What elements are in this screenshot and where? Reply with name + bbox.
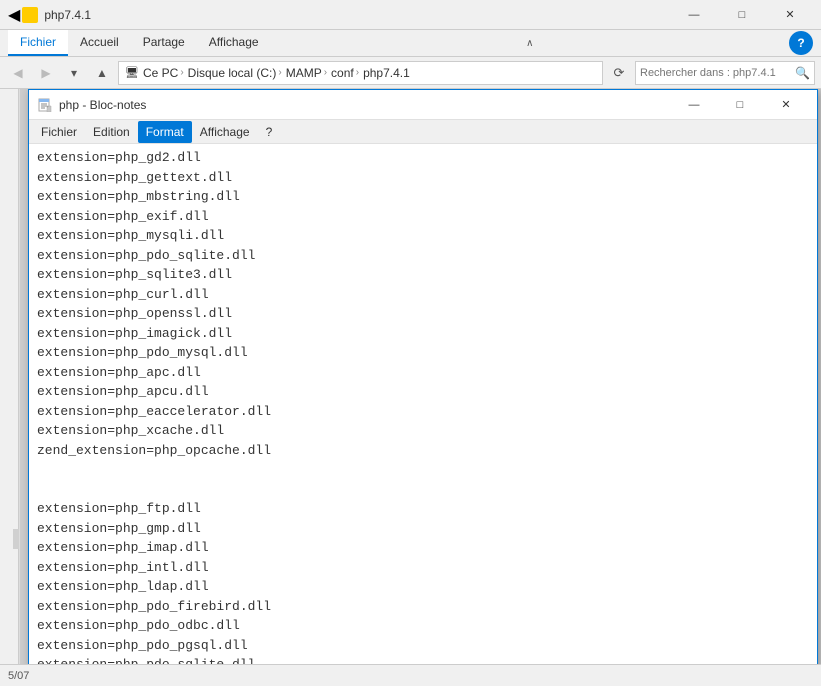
status-text: 5/07 bbox=[8, 670, 29, 682]
up-btn[interactable]: ▲ bbox=[90, 61, 114, 85]
explorer-main: php - Bloc-notes — □ ✕ Fichier Edition F… bbox=[0, 89, 821, 664]
sidebar-line bbox=[18, 89, 19, 664]
search-box[interactable]: 🔍 bbox=[635, 61, 815, 85]
menu-fichier[interactable]: Fichier bbox=[33, 121, 85, 143]
notepad-content: extension=php_gd2.dll extension=php_gett… bbox=[29, 144, 817, 664]
explorer-window-controls: — □ ✕ bbox=[671, 0, 813, 30]
back-btn[interactable]: ◀ bbox=[6, 61, 30, 85]
notepad-win-controls: — □ ✕ bbox=[671, 90, 809, 120]
ribbon-tabs: Fichier Accueil Partage Affichage ∧ ? bbox=[0, 30, 821, 56]
path-segment-cepc: Ce PC › bbox=[143, 66, 184, 80]
menu-edition[interactable]: Edition bbox=[85, 121, 138, 143]
explorer-title-icons: ◀ php7.4.1 bbox=[8, 5, 91, 25]
explorer-title-text: php7.4.1 bbox=[44, 8, 91, 22]
path-segment-conf: conf › bbox=[331, 66, 359, 80]
path-segment-disque: Disque local (C:) › bbox=[188, 66, 282, 80]
sidebar bbox=[0, 89, 20, 664]
explorer-window: ◀ php7.4.1 — □ ✕ Fichier Accueil Partage… bbox=[0, 0, 821, 686]
path-segment-mamp: MAMP › bbox=[286, 66, 327, 80]
folder-icon bbox=[22, 7, 38, 23]
sidebar-indicator bbox=[13, 529, 19, 549]
ribbon-tab-partage[interactable]: Partage bbox=[131, 30, 197, 56]
notepad-icon bbox=[37, 97, 53, 113]
explorer-titlebar: ◀ php7.4.1 — □ ✕ bbox=[0, 0, 821, 30]
notepad-minimize-btn[interactable]: — bbox=[671, 90, 717, 120]
menu-affichage[interactable]: Affichage bbox=[192, 121, 258, 143]
path-folder-icon: 🖥 bbox=[125, 66, 139, 79]
explorer-close-btn[interactable]: ✕ bbox=[767, 0, 813, 30]
explorer-maximize-btn[interactable]: □ bbox=[719, 0, 765, 30]
search-icon: 🔍 bbox=[795, 66, 810, 80]
notepad-text-area[interactable]: extension=php_gd2.dll extension=php_gett… bbox=[29, 144, 817, 664]
notepad-close-btn[interactable]: ✕ bbox=[763, 90, 809, 120]
down-btn[interactable]: ▾ bbox=[62, 61, 86, 85]
ribbon-tab-fichier[interactable]: Fichier bbox=[8, 30, 68, 56]
refresh-btn[interactable]: ⟳ bbox=[607, 61, 631, 85]
address-bar: ◀ ▶ ▾ ▲ 🖥 Ce PC › Disque local (C:) › MA… bbox=[0, 57, 821, 89]
search-input[interactable] bbox=[640, 67, 791, 79]
content-area: php - Bloc-notes — □ ✕ Fichier Edition F… bbox=[20, 89, 821, 664]
menu-format[interactable]: Format bbox=[138, 121, 192, 143]
notepad-maximize-btn[interactable]: □ bbox=[717, 90, 763, 120]
ribbon-tab-accueil[interactable]: Accueil bbox=[68, 30, 131, 56]
explorer-minimize-btn[interactable]: — bbox=[671, 0, 717, 30]
notepad-titlebar: php - Bloc-notes — □ ✕ bbox=[29, 90, 817, 120]
menu-help[interactable]: ? bbox=[258, 121, 281, 143]
ribbon-collapse-icon[interactable]: ∧ bbox=[526, 38, 533, 49]
forward-btn[interactable]: ▶ bbox=[34, 61, 58, 85]
notepad-menubar: Fichier Edition Format Affichage ? bbox=[29, 120, 817, 144]
path-segment-php741: php7.4.1 bbox=[363, 66, 410, 80]
address-path[interactable]: 🖥 Ce PC › Disque local (C:) › MAMP › con… bbox=[118, 61, 603, 85]
explorer-statusbar: 5/07 bbox=[0, 664, 821, 686]
notepad-title-text: php - Bloc-notes bbox=[59, 98, 671, 112]
explorer-ribbon: Fichier Accueil Partage Affichage ∧ ? bbox=[0, 30, 821, 57]
ribbon-tab-affichage[interactable]: Affichage bbox=[197, 30, 271, 56]
notepad-window: php - Bloc-notes — □ ✕ Fichier Edition F… bbox=[28, 89, 818, 664]
help-icon[interactable]: ? bbox=[789, 31, 813, 55]
